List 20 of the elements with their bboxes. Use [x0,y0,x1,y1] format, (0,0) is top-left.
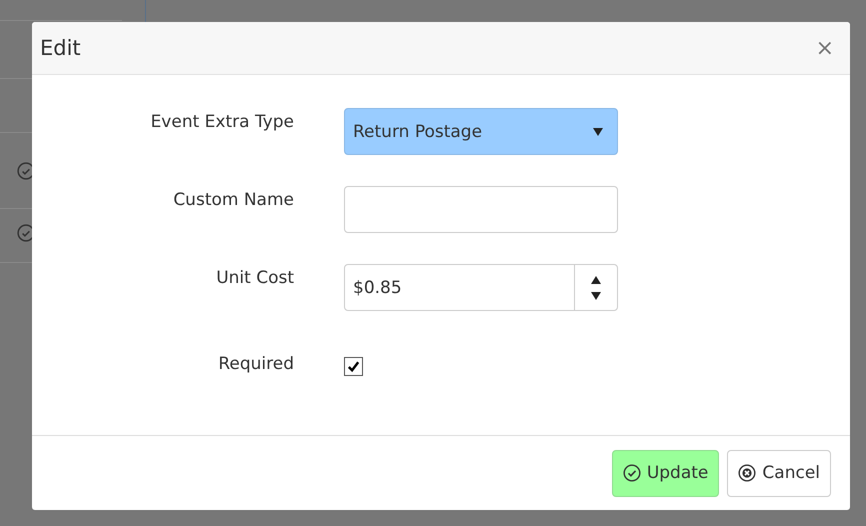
cost-spin-field[interactable]: $0.85 [344,264,618,311]
check-circle-icon [622,464,641,482]
close-button[interactable]: × [812,36,838,60]
field-label: Event Extra Type [150,111,294,132]
name-input-field[interactable] [344,186,618,233]
check-circle-icon [17,162,35,180]
decrement-icon[interactable] [591,292,601,300]
check-circle-icon [17,224,35,242]
type-dropdown[interactable]: Return Postage [344,108,618,155]
field-label: Unit Cost [215,267,294,288]
update-button[interactable]: Update [612,450,720,496]
required-checkbox[interactable] [344,357,363,376]
field-label: Required [217,353,294,374]
cancel-button[interactable]: Cancel [727,450,831,496]
field-label: Custom Name [172,189,294,210]
increment-icon[interactable] [591,276,601,284]
close-circle-icon [738,464,756,482]
caret-icon [593,128,603,136]
dialog-title: Edit [40,36,81,60]
checkmark-icon [346,359,361,374]
